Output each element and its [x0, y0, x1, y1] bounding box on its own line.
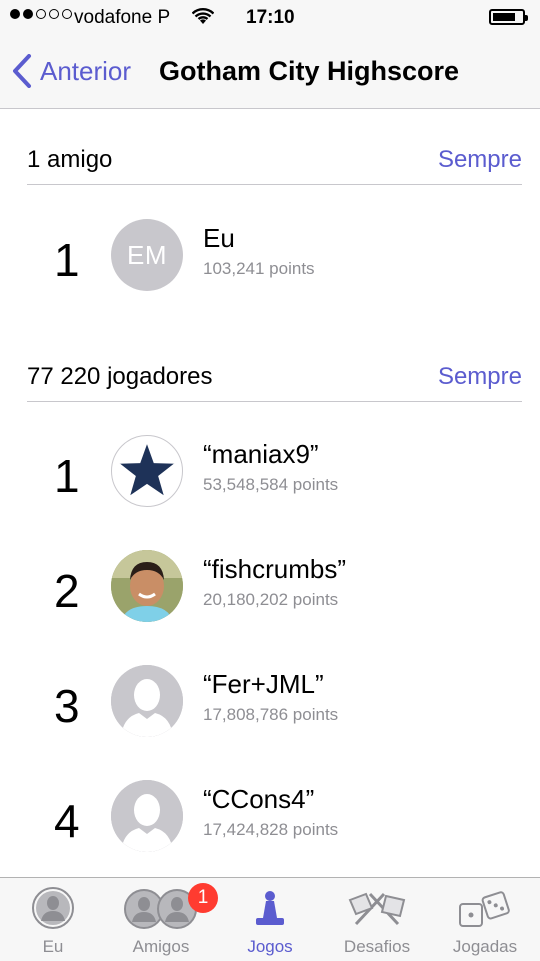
person-photo	[111, 550, 183, 622]
rank-number: 4	[54, 795, 80, 847]
tab-label: Amigos	[132, 937, 190, 956]
tab-label: Jogos	[247, 937, 293, 956]
player-points: 20,180,202 points	[203, 590, 339, 609]
player-name: Eu	[203, 223, 235, 253]
players-count: 77 220 jogadores	[27, 363, 213, 390]
tab-label: Desafios	[343, 937, 411, 956]
player-name: “maniax9”	[203, 439, 319, 469]
photo-avatar	[111, 550, 183, 622]
dice-icon	[457, 890, 513, 935]
silhouette-avatar	[111, 780, 183, 852]
friends-section-header: 1 amigo Sempre	[27, 138, 522, 185]
rank-number: 3	[54, 680, 80, 732]
battery-icon	[489, 9, 528, 25]
navigation-bar: Anterior Gotham City Highscore	[0, 36, 540, 109]
player-points: 17,808,786 points	[203, 705, 339, 724]
tab-eu[interactable]: Eu	[0, 878, 106, 961]
notification-badge: 1	[188, 883, 218, 913]
wifi-icon	[191, 8, 215, 32]
player-points: 53,548,584 points	[203, 475, 339, 494]
leaderboard-row[interactable]: 1 EM Eu 103,241 points	[0, 213, 540, 323]
status-bar: vodafone P 17:10	[0, 0, 540, 36]
page-title: Gotham City Highscore	[159, 56, 460, 86]
tab-jogadas[interactable]: Jogadas	[430, 878, 540, 961]
player-name: “CCons4”	[203, 784, 315, 814]
friends-count: 1 amigo	[27, 146, 113, 173]
player-name: “Fer+JML”	[203, 669, 324, 699]
person-icon	[31, 886, 75, 935]
leaderboard-row[interactable]: 4 “CCons4” 17,424,828 points	[0, 774, 540, 884]
star-icon	[115, 439, 179, 499]
tab-jogos[interactable]: Jogos	[216, 878, 324, 961]
player-name: “fishcrumbs”	[203, 554, 347, 584]
carrier-name: vodafone P	[74, 7, 171, 28]
leaderboard-row[interactable]: 1 “maniax9” 53,548,584 points	[0, 429, 540, 539]
rank-number: 2	[54, 565, 80, 617]
default-person-icon	[111, 665, 183, 737]
flags-icon	[346, 890, 408, 931]
leaderboard-row[interactable]: 2 “fishcrumbs” 20,180,202 points	[0, 544, 540, 654]
star-avatar	[111, 435, 183, 507]
default-person-icon	[111, 780, 183, 852]
players-section-header: 77 220 jogadores Sempre	[27, 355, 522, 402]
back-label: Anterior	[40, 55, 132, 86]
back-button[interactable]: Anterior	[12, 54, 131, 88]
rank-number: 1	[54, 450, 80, 502]
friends-time-filter-button[interactable]: Sempre	[438, 146, 522, 174]
player-points: 103,241 points	[203, 259, 315, 278]
friends-icon	[124, 888, 198, 935]
players-time-filter-button[interactable]: Sempre	[438, 363, 522, 391]
signal-strength-icon	[10, 9, 72, 19]
tab-label: Eu	[42, 937, 64, 956]
silhouette-avatar	[111, 665, 183, 737]
leaderboard-row[interactable]: 3 “Fer+JML” 17,808,786 points	[0, 659, 540, 769]
tab-amigos[interactable]: 1 Amigos	[106, 878, 218, 961]
tab-label: Jogadas	[452, 937, 518, 956]
avatar: EM	[111, 219, 183, 291]
game-piece-icon	[250, 888, 290, 933]
clock: 17:10	[246, 7, 295, 28]
player-points: 17,424,828 points	[203, 820, 339, 839]
tab-desafios[interactable]: Desafios	[324, 878, 430, 961]
rank-number: 1	[54, 234, 80, 286]
tab-bar: Eu 1 Amigos Jogos Desafios Jogadas	[0, 877, 540, 961]
avatar-initials: EM	[127, 239, 167, 270]
chevron-left-icon	[13, 54, 31, 88]
